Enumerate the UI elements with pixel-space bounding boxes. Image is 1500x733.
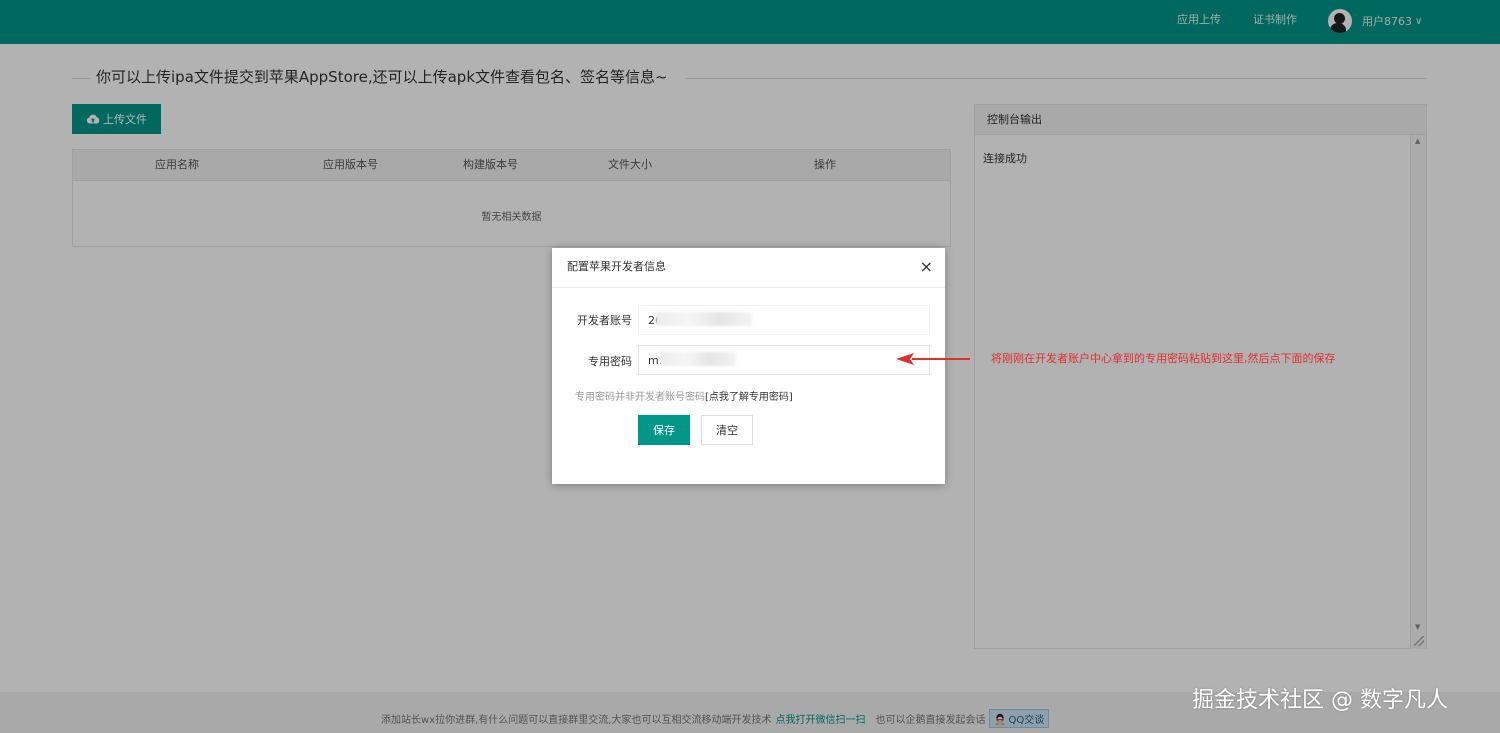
password-label: 专用密码 bbox=[588, 355, 632, 368]
clear-button[interactable]: 清空 bbox=[701, 415, 753, 445]
save-button[interactable]: 保存 bbox=[638, 415, 690, 445]
arrow-left-icon bbox=[896, 353, 970, 365]
password-hint-text: 专用密码并非开发者账号密码 bbox=[575, 392, 705, 403]
redacted-password-mask bbox=[660, 352, 736, 366]
password-hint: 专用密码并非开发者账号密码[点我了解专用密码] bbox=[575, 388, 793, 403]
annotation-text: 将刚刚在开发者账户中心拿到的专用密码粘贴到这里,然后点下面的保存 bbox=[991, 352, 1336, 365]
password-help-link[interactable]: [点我了解专用密码] bbox=[705, 392, 793, 403]
watermark-text: 掘金技术社区 @ 数字凡人 bbox=[1192, 688, 1448, 713]
close-icon[interactable]: × bbox=[920, 257, 933, 277]
apple-developer-config-dialog: 配置苹果开发者信息 × 开发者账号 专用密码 专用密码并非开发者账号密码[点我了… bbox=[552, 248, 945, 484]
redacted-account-mask bbox=[656, 312, 752, 326]
dialog-title: 配置苹果开发者信息 bbox=[552, 248, 945, 288]
account-label: 开发者账号 bbox=[577, 314, 632, 327]
